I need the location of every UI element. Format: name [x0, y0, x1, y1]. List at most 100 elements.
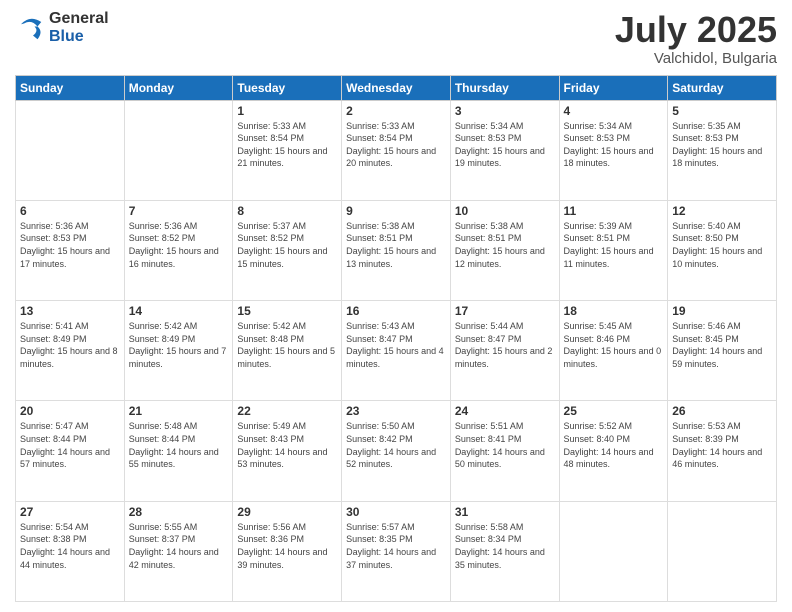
calendar-cell: 5 Sunrise: 5:35 AMSunset: 8:53 PMDaylight… [668, 100, 777, 200]
calendar-cell: 10 Sunrise: 5:38 AMSunset: 8:51 PMDayligh… [450, 200, 559, 300]
day-number: 17 [455, 304, 555, 318]
calendar-day-header: Friday [559, 75, 668, 100]
calendar-cell: 20 Sunrise: 5:47 AMSunset: 8:44 PMDayligh… [16, 401, 125, 501]
calendar-cell: 29 Sunrise: 5:56 AMSunset: 8:36 PMDayligh… [233, 501, 342, 601]
calendar-cell: 21 Sunrise: 5:48 AMSunset: 8:44 PMDayligh… [124, 401, 233, 501]
calendar-cell: 16 Sunrise: 5:43 AMSunset: 8:47 PMDayligh… [342, 301, 451, 401]
calendar-cell: 23Sunrise: 5:50 AMSunset: 8:42 PMDayligh… [342, 401, 451, 501]
calendar-cell [668, 501, 777, 601]
day-info: Sunrise: 5:37 AMSunset: 8:52 PMDaylight:… [237, 220, 337, 270]
calendar-day-header: Wednesday [342, 75, 451, 100]
day-number: 6 [20, 204, 120, 218]
calendar-cell [16, 100, 125, 200]
day-number: 20 [20, 404, 120, 418]
calendar-cell: 8 Sunrise: 5:37 AMSunset: 8:52 PMDaylight… [233, 200, 342, 300]
day-info: Sunrise: 5:49 AMSunset: 8:43 PMDaylight:… [237, 420, 337, 470]
calendar-cell: 26 Sunrise: 5:53 AMSunset: 8:39 PMDayligh… [668, 401, 777, 501]
calendar-day-header: Monday [124, 75, 233, 100]
month-title: July 2025 [615, 10, 777, 50]
day-info: Sunrise: 5:48 AMSunset: 8:44 PMDaylight:… [129, 420, 229, 470]
day-number: 29 [237, 505, 337, 519]
calendar-cell: 28 Sunrise: 5:55 AMSunset: 8:37 PMDayligh… [124, 501, 233, 601]
day-info: Sunrise: 5:38 AMSunset: 8:51 PMDaylight:… [346, 220, 446, 270]
calendar-cell: 24Sunrise: 5:51 AMSunset: 8:41 PMDayligh… [450, 401, 559, 501]
day-info: Sunrise: 5:54 AMSunset: 8:38 PMDaylight:… [20, 521, 120, 571]
calendar-cell: 13 Sunrise: 5:41 AMSunset: 8:49 PMDayligh… [16, 301, 125, 401]
calendar-header-row: SundayMondayTuesdayWednesdayThursdayFrid… [16, 75, 777, 100]
day-info: Sunrise: 5:33 AMSunset: 8:54 PMDaylight:… [346, 120, 446, 170]
calendar-cell: 15Sunrise: 5:42 AMSunset: 8:48 PMDayligh… [233, 301, 342, 401]
day-number: 10 [455, 204, 555, 218]
day-info: Sunrise: 5:34 AMSunset: 8:53 PMDaylight:… [564, 120, 664, 170]
day-info: Sunrise: 5:36 AMSunset: 8:53 PMDaylight:… [20, 220, 120, 270]
calendar-cell: 1Sunrise: 5:33 AMSunset: 8:54 PMDaylight… [233, 100, 342, 200]
calendar-week-row: 1Sunrise: 5:33 AMSunset: 8:54 PMDaylight… [16, 100, 777, 200]
calendar-cell: 14Sunrise: 5:42 AMSunset: 8:49 PMDayligh… [124, 301, 233, 401]
calendar-week-row: 27 Sunrise: 5:54 AMSunset: 8:38 PMDayligh… [16, 501, 777, 601]
day-info: Sunrise: 5:36 AMSunset: 8:52 PMDaylight:… [129, 220, 229, 270]
day-info: Sunrise: 5:56 AMSunset: 8:36 PMDaylight:… [237, 521, 337, 571]
day-number: 7 [129, 204, 229, 218]
calendar-cell: 12Sunrise: 5:40 AMSunset: 8:50 PMDayligh… [668, 200, 777, 300]
day-info: Sunrise: 5:51 AMSunset: 8:41 PMDaylight:… [455, 420, 555, 470]
day-number: 14 [129, 304, 229, 318]
day-number: 31 [455, 505, 555, 519]
day-info: Sunrise: 5:52 AMSunset: 8:40 PMDaylight:… [564, 420, 664, 470]
calendar-cell: 3 Sunrise: 5:34 AMSunset: 8:53 PMDaylight… [450, 100, 559, 200]
calendar-day-header: Thursday [450, 75, 559, 100]
calendar-day-header: Saturday [668, 75, 777, 100]
day-number: 11 [564, 204, 664, 218]
location: Valchidol, Bulgaria [615, 50, 777, 67]
day-number: 3 [455, 104, 555, 118]
day-number: 13 [20, 304, 120, 318]
day-number: 9 [346, 204, 446, 218]
day-number: 19 [672, 304, 772, 318]
calendar-week-row: 20 Sunrise: 5:47 AMSunset: 8:44 PMDayligh… [16, 401, 777, 501]
day-number: 8 [237, 204, 337, 218]
calendar-cell: 22Sunrise: 5:49 AMSunset: 8:43 PMDayligh… [233, 401, 342, 501]
calendar-cell: 7 Sunrise: 5:36 AMSunset: 8:52 PMDaylight… [124, 200, 233, 300]
logo-blue: Blue [49, 28, 109, 46]
day-number: 27 [20, 505, 120, 519]
day-info: Sunrise: 5:34 AMSunset: 8:53 PMDaylight:… [455, 120, 555, 170]
day-info: Sunrise: 5:46 AMSunset: 8:45 PMDaylight:… [672, 320, 772, 370]
day-number: 4 [564, 104, 664, 118]
day-number: 2 [346, 104, 446, 118]
calendar-cell [559, 501, 668, 601]
day-info: Sunrise: 5:53 AMSunset: 8:39 PMDaylight:… [672, 420, 772, 470]
calendar-cell: 2 Sunrise: 5:33 AMSunset: 8:54 PMDaylight… [342, 100, 451, 200]
calendar-cell: 18Sunrise: 5:45 AMSunset: 8:46 PMDayligh… [559, 301, 668, 401]
day-info: Sunrise: 5:43 AMSunset: 8:47 PMDaylight:… [346, 320, 446, 370]
day-number: 21 [129, 404, 229, 418]
day-number: 18 [564, 304, 664, 318]
calendar-cell: 25Sunrise: 5:52 AMSunset: 8:40 PMDayligh… [559, 401, 668, 501]
calendar-cell [124, 100, 233, 200]
title-block: July 2025 Valchidol, Bulgaria [615, 10, 777, 67]
calendar-cell: 17 Sunrise: 5:44 AMSunset: 8:47 PMDayligh… [450, 301, 559, 401]
day-number: 16 [346, 304, 446, 318]
calendar-cell: 11 Sunrise: 5:39 AMSunset: 8:51 PMDayligh… [559, 200, 668, 300]
day-info: Sunrise: 5:44 AMSunset: 8:47 PMDaylight:… [455, 320, 555, 370]
calendar-day-header: Tuesday [233, 75, 342, 100]
day-number: 26 [672, 404, 772, 418]
page: General Blue July 2025 Valchidol, Bulgar… [0, 0, 792, 612]
day-info: Sunrise: 5:41 AMSunset: 8:49 PMDaylight:… [20, 320, 120, 370]
day-info: Sunrise: 5:55 AMSunset: 8:37 PMDaylight:… [129, 521, 229, 571]
calendar-cell: 27 Sunrise: 5:54 AMSunset: 8:38 PMDayligh… [16, 501, 125, 601]
header: General Blue July 2025 Valchidol, Bulgar… [15, 10, 777, 67]
day-number: 5 [672, 104, 772, 118]
calendar-day-header: Sunday [16, 75, 125, 100]
day-number: 28 [129, 505, 229, 519]
day-info: Sunrise: 5:35 AMSunset: 8:53 PMDaylight:… [672, 120, 772, 170]
day-info: Sunrise: 5:38 AMSunset: 8:51 PMDaylight:… [455, 220, 555, 270]
logo-icon [15, 13, 45, 43]
day-info: Sunrise: 5:40 AMSunset: 8:50 PMDaylight:… [672, 220, 772, 270]
calendar-cell: 6 Sunrise: 5:36 AMSunset: 8:53 PMDaylight… [16, 200, 125, 300]
day-info: Sunrise: 5:47 AMSunset: 8:44 PMDaylight:… [20, 420, 120, 470]
calendar-week-row: 6 Sunrise: 5:36 AMSunset: 8:53 PMDaylight… [16, 200, 777, 300]
calendar: SundayMondayTuesdayWednesdayThursdayFrid… [15, 75, 777, 602]
day-info: Sunrise: 5:39 AMSunset: 8:51 PMDaylight:… [564, 220, 664, 270]
calendar-cell: 4 Sunrise: 5:34 AMSunset: 8:53 PMDaylight… [559, 100, 668, 200]
day-info: Sunrise: 5:58 AMSunset: 8:34 PMDaylight:… [455, 521, 555, 571]
day-info: Sunrise: 5:33 AMSunset: 8:54 PMDaylight:… [237, 120, 337, 170]
